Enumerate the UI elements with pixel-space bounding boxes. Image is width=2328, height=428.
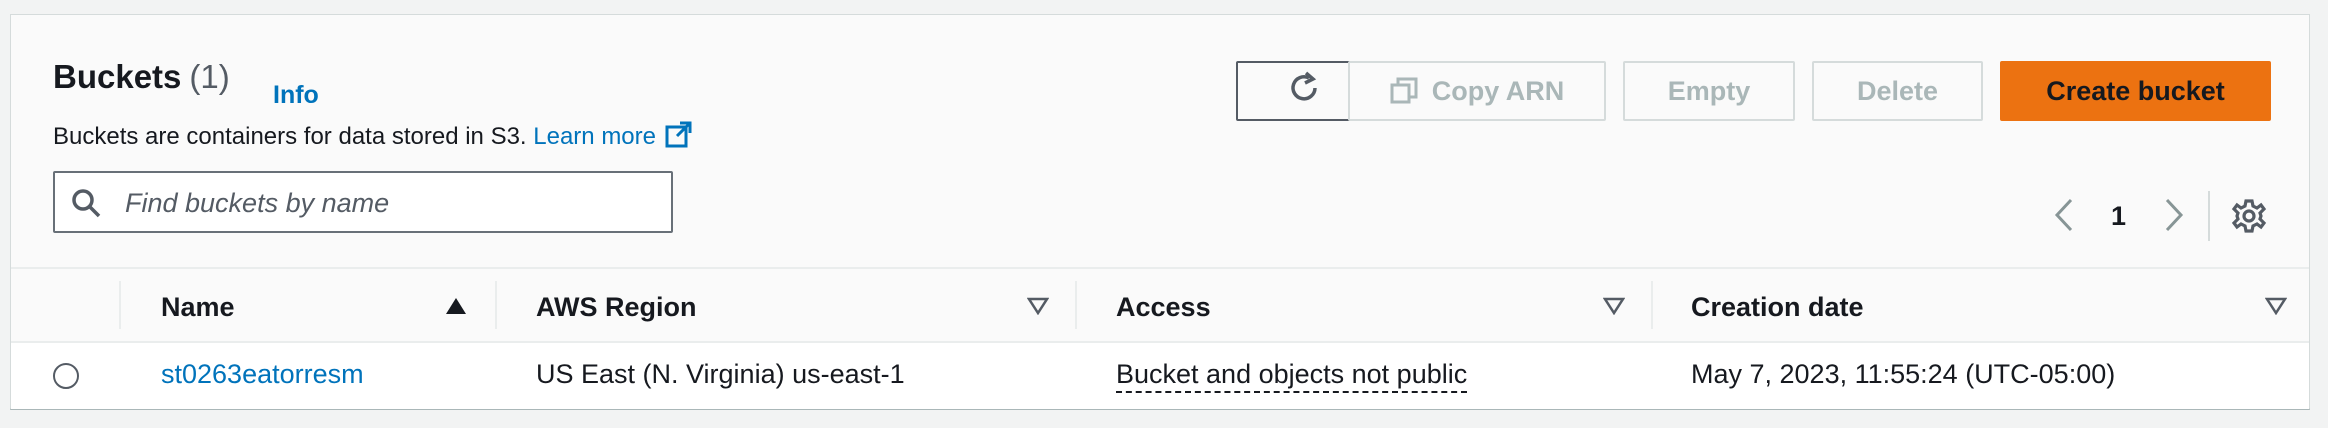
page-title: Buckets (1) <box>53 58 230 96</box>
column-header-access[interactable]: Access <box>1116 292 1211 323</box>
bucket-access[interactable]: Bucket and objects not public <box>1116 359 1468 393</box>
bucket-region: US East (N. Virginia) us-east-1 <box>536 359 905 389</box>
column-header-creation-date[interactable]: Creation date <box>1691 292 1864 323</box>
buckets-panel: Buckets (1) Info Buckets are containers f… <box>10 14 2310 410</box>
settings-gear-icon[interactable] <box>2231 198 2267 239</box>
sort-ascending-icon[interactable] <box>445 297 467 320</box>
description-text: Buckets are containers for data stored i… <box>53 123 534 150</box>
sort-descending-icon[interactable] <box>1026 297 1050 320</box>
bucket-creation-date: May 7, 2023, 11:55:24 (UTC-05:00) <box>1691 359 2116 389</box>
column-divider <box>495 281 497 329</box>
chevron-right-icon[interactable] <box>2163 197 2185 238</box>
bucket-name-link[interactable]: st0263eatorresm <box>161 359 364 390</box>
copy-arn-button[interactable]: Copy ARN <box>1348 61 1606 121</box>
table-header: Name AWS Region Access Creation date <box>11 267 2309 343</box>
description: Buckets are containers for data stored i… <box>53 121 692 156</box>
column-header-name[interactable]: Name <box>161 292 235 323</box>
search-icon <box>71 188 101 223</box>
title-text: Buckets <box>53 58 182 95</box>
column-divider <box>1075 281 1077 329</box>
delete-button[interactable]: Delete <box>1812 61 1983 121</box>
empty-button[interactable]: Empty <box>1623 61 1795 121</box>
copy-arn-label: Copy ARN <box>1431 75 1565 106</box>
sort-descending-icon[interactable] <box>1602 297 1626 320</box>
column-divider <box>119 281 121 329</box>
create-bucket-button[interactable]: Create bucket <box>2000 61 2271 121</box>
row-select-radio[interactable] <box>53 363 79 389</box>
info-link[interactable]: Info <box>273 81 319 110</box>
table-row[interactable]: st0263eatorresm US East (N. Virginia) us… <box>11 343 2309 409</box>
refresh-icon <box>1287 71 1321 112</box>
learn-more-label: Learn more <box>533 123 656 150</box>
search-box <box>53 171 673 233</box>
pager-divider <box>2208 191 2210 241</box>
sort-descending-icon[interactable] <box>2264 297 2288 320</box>
copy-icon <box>1390 77 1418 105</box>
search-input[interactable] <box>123 181 657 225</box>
bucket-count: (1) <box>189 58 230 95</box>
current-page[interactable]: 1 <box>2111 201 2126 232</box>
chevron-left-icon[interactable] <box>2053 197 2075 238</box>
learn-more-link[interactable]: Learn more <box>533 121 692 150</box>
column-divider <box>1651 281 1653 329</box>
column-header-region[interactable]: AWS Region <box>536 292 697 323</box>
external-link-icon <box>664 121 692 156</box>
